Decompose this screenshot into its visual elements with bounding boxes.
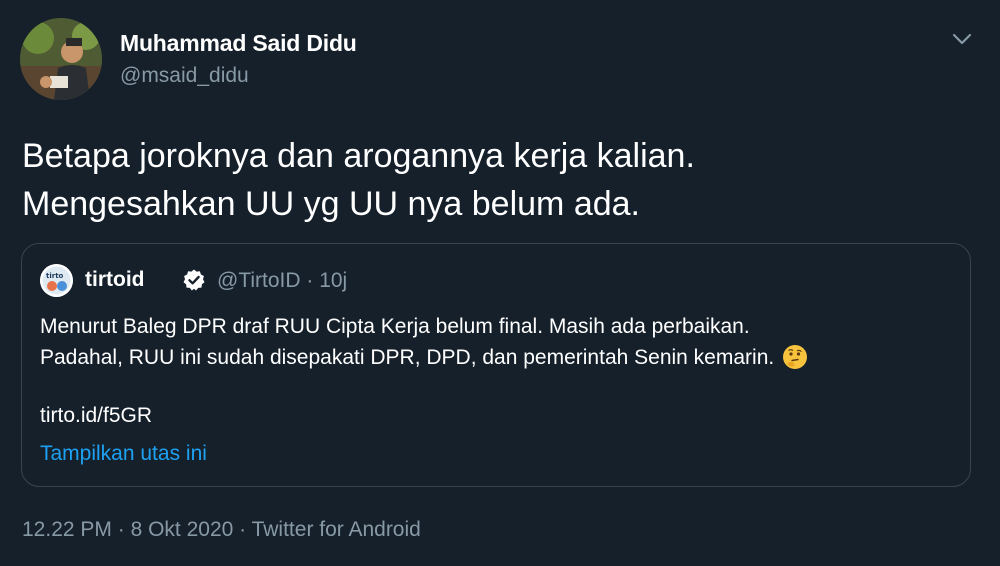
thinking-face-emoji-icon (782, 344, 808, 370)
tweet-card: Muhammad Said Didu @msaid_didu Betapa jo… (0, 0, 1000, 566)
tweet-text: Betapa joroknya dan arogannya kerja kali… (22, 132, 972, 228)
quoted-link[interactable]: tirto.id/f5GR (40, 404, 152, 428)
svg-text:tirto: tirto (46, 272, 64, 280)
quoted-text-line-2: Padahal, RUU ini sudah disepakati DPR, D… (40, 342, 960, 373)
show-thread-link[interactable]: Tampilkan utas ini (40, 442, 207, 466)
author-handle[interactable]: @msaid_didu (120, 64, 249, 88)
quoted-text-line: Menurut Baleg DPR draf RUU Cipta Kerja b… (40, 315, 750, 338)
tweet-source[interactable]: Twitter for Android (252, 518, 421, 541)
quoted-text-line: Padahal, RUU ini sudah disepakati DPR, D… (40, 346, 775, 369)
tweet-text-line: Mengesahkan UU yg UU nya belum ada. (22, 185, 640, 223)
quoted-avatar[interactable]: tirto (40, 264, 73, 297)
tweet-date[interactable]: 8 Okt 2020 (131, 518, 234, 541)
quoted-handle-time: @TirtoID · 10j (217, 269, 348, 292)
author-name[interactable]: Muhammad Said Didu (120, 30, 357, 57)
quoted-tweet[interactable]: tirto tirtoid @TirtoID · 10j Menurut Bal… (21, 243, 971, 487)
quoted-author-name[interactable]: tirtoid (85, 268, 144, 292)
tweet-meta: 12.22 PM · 8 Okt 2020 · Twitter for Andr… (22, 518, 421, 542)
meta-separator: · (111, 518, 131, 541)
meta-separator: · (233, 518, 252, 541)
quoted-text: Menurut Baleg DPR draf RUU Cipta Kerja b… (40, 311, 960, 373)
chevron-down-icon[interactable] (950, 30, 974, 48)
verified-badge-icon (182, 268, 206, 292)
tweet-time[interactable]: 12.22 PM (22, 518, 112, 541)
tweet-text-line: Betapa joroknya dan arogannya kerja kali… (22, 137, 695, 175)
author-avatar[interactable] (20, 18, 102, 100)
